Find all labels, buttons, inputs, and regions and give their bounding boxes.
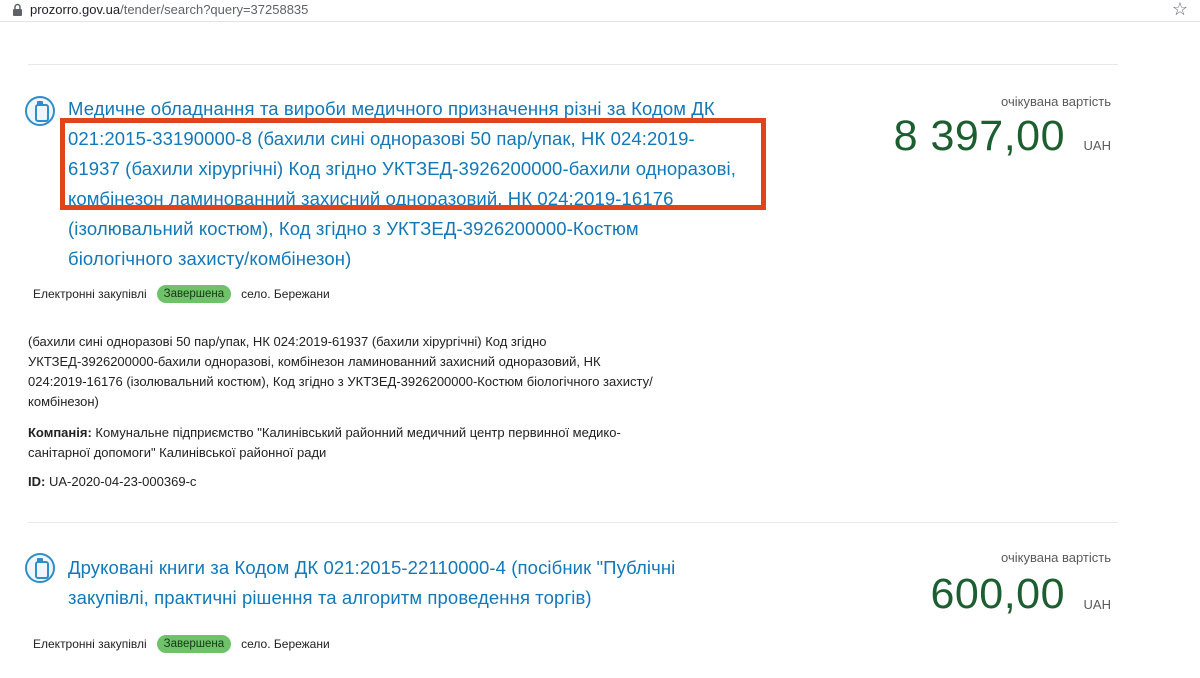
currency-label: UAH [1083,138,1111,153]
tender-description: (бахили сині одноразові 50 пар/упак, НК … [28,332,748,412]
expected-value-label: очікувана вартість [1001,550,1111,565]
expected-value: 8 397,00 [893,112,1065,160]
browser-address-bar[interactable]: prozorro.gov.ua/tender/search?query=3725… [0,0,1200,22]
company-name-line: санітарної допомоги" Калинівської районн… [28,445,327,460]
company-label: Компанія: [28,425,92,440]
location: село. Бережани [241,637,330,651]
expected-value-label: очікувана вартість [1001,94,1111,109]
description-line: УКТЗЕД-3926200000-бахили одноразові, ком… [28,354,601,369]
tender-meta: Електронні закупівлі Завершена село. Бер… [33,635,330,653]
tender-icon [25,553,55,583]
company-name-line: Комунальне підприємство "Калинівський ра… [95,425,621,440]
tender-icon [25,96,55,126]
divider [28,64,1118,65]
status-badge: Завершена [156,635,232,653]
currency-label: UAH [1083,597,1111,612]
description-line: (бахили сині одноразові 50 пар/упак, НК … [28,334,547,349]
id-label: ID: [28,474,46,489]
lock-icon [13,3,22,16]
url-text[interactable]: prozorro.gov.ua/tender/search?query=3725… [30,2,308,17]
description-line: 024:2019-16176 (ізолювальний костюм), Ко… [28,374,653,389]
url-path: /tender/search?query=37258835 [120,2,309,17]
tender-title-link[interactable]: Друковані книги за Кодом ДК 021:2015-221… [68,553,758,613]
title-line: Друковані книги за Кодом ДК 021:2015-221… [68,557,676,578]
status-badge: Завершена [156,285,232,303]
location: село. Бережани [241,287,330,301]
procurement-type: Електронні закупівлі [33,637,147,651]
id-value: UA-2020-04-23-000369-c [48,474,197,489]
title-line: закупівлі, практичні рішення та алгоритм… [68,587,592,608]
tender-meta: Електронні закупівлі Завершена село. Бер… [33,285,330,303]
url-host: prozorro.gov.ua [30,2,121,17]
description-line: комбінезон) [28,394,99,409]
bookmark-star-icon[interactable]: ☆ [1172,0,1188,20]
tender-id: ID: UA-2020-04-23-000369-c [28,472,768,492]
highlight-box [60,118,766,210]
procurement-type: Електронні закупівлі [33,287,147,301]
divider [28,522,1118,523]
title-line: біологічного захисту/комбінезон) [68,248,352,269]
title-line: (ізолювальний костюм), Код згідно з УКТЗ… [68,218,639,239]
company-info: Компанія: Комунальне підприємство "Калин… [28,423,768,463]
expected-value: 600,00 [930,570,1065,618]
